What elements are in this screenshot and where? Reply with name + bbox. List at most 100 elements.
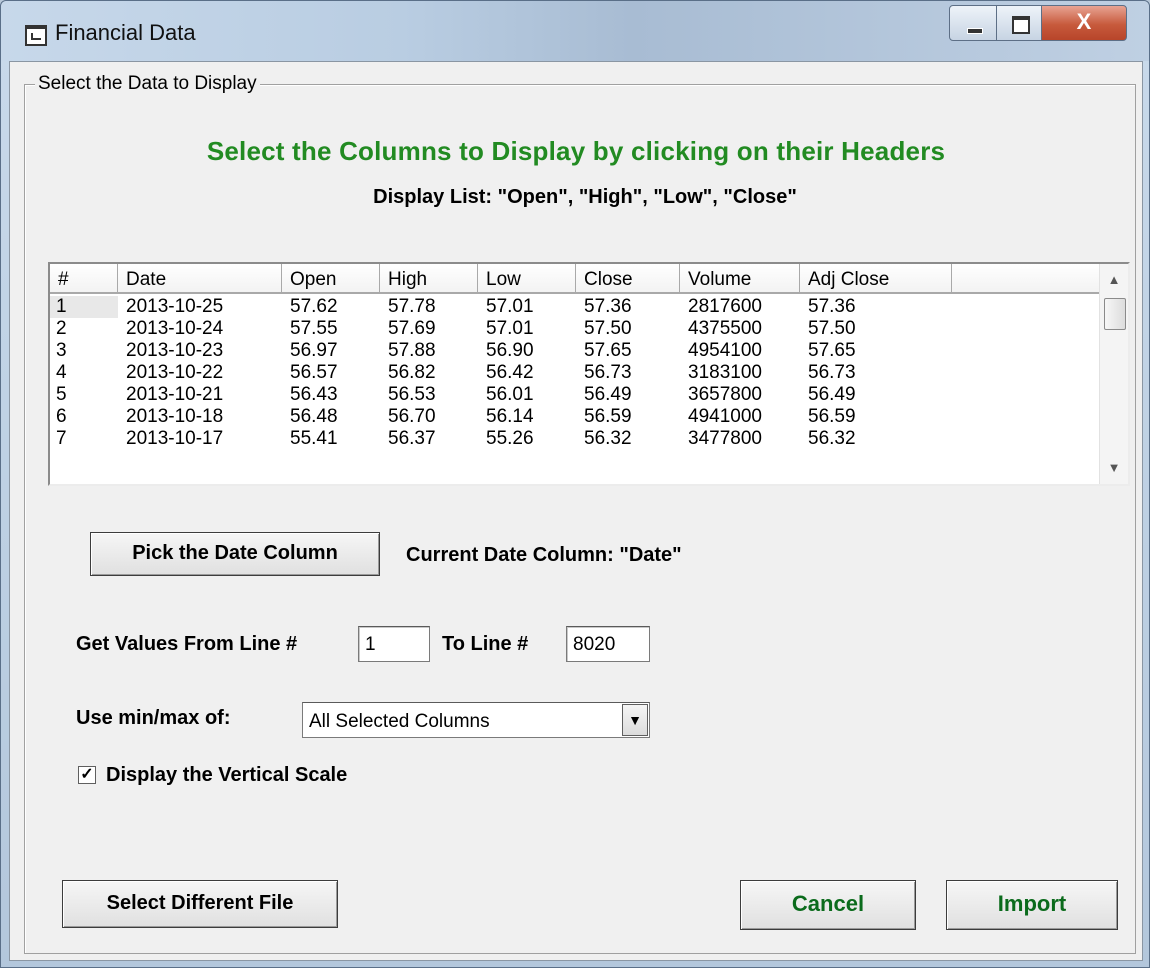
- cell-close: 56.49: [584, 384, 632, 405]
- cell-high: 56.70: [388, 406, 436, 427]
- minimize-button[interactable]: [949, 5, 997, 41]
- cell-adj-close: 56.49: [808, 384, 856, 405]
- cell-adj-close: 56.59: [808, 406, 856, 427]
- cell-low: 56.42: [486, 362, 534, 383]
- cell-date: 2013-10-17: [126, 428, 224, 449]
- cancel-button[interactable]: Cancel: [740, 880, 916, 930]
- cell-low: 57.01: [486, 296, 534, 317]
- table-header: # Date Open High Low Close Volume Adj Cl…: [50, 264, 1100, 296]
- display-list-text: Display List: "Open", "High", "Low", "Cl…: [373, 186, 797, 208]
- minmax-label: Use min/max of:: [76, 707, 231, 729]
- header-high[interactable]: High: [380, 264, 478, 294]
- cell-adj-close: 56.73: [808, 362, 856, 383]
- cell-open: 56.43: [290, 384, 338, 405]
- cell-high: 57.78: [388, 296, 436, 317]
- header-open[interactable]: Open: [282, 264, 380, 294]
- table-row[interactable]: 4 2013-10-22 56.57 56.82 56.42 56.73 318…: [50, 362, 1100, 384]
- cell-close: 56.32: [584, 428, 632, 449]
- vertical-scale-checkbox[interactable]: ✓: [78, 766, 96, 784]
- cell-high: 57.69: [388, 318, 436, 339]
- table-row[interactable]: 3 2013-10-23 56.97 57.88 56.90 57.65 495…: [50, 340, 1100, 362]
- minmax-selected-value: All Selected Columns: [309, 711, 490, 732]
- dialog-client-area: Select the Data to Display Select the Co…: [9, 61, 1143, 961]
- scroll-up-arrow-icon[interactable]: ▲: [1100, 266, 1128, 294]
- cell-open: 56.57: [290, 362, 338, 383]
- cell-low: 57.01: [486, 318, 534, 339]
- cell-open: 57.62: [290, 296, 338, 317]
- import-button[interactable]: Import: [946, 880, 1118, 930]
- cell-row-number: 5: [56, 384, 67, 405]
- scroll-down-arrow-icon[interactable]: ▼: [1100, 454, 1128, 482]
- table-body: 1 2013-10-25 57.62 57.78 57.01 57.36 281…: [50, 296, 1100, 450]
- select-different-file-button[interactable]: Select Different File: [62, 880, 338, 928]
- close-button[interactable]: X: [1041, 5, 1127, 41]
- minimize-icon: [967, 28, 983, 34]
- maximize-button[interactable]: [996, 5, 1042, 41]
- cell-open: 56.48: [290, 406, 338, 427]
- close-icon: X: [1076, 9, 1092, 34]
- minmax-select[interactable]: All Selected Columns ▼: [302, 702, 650, 738]
- cell-low: 56.14: [486, 406, 534, 427]
- cell-high: 56.82: [388, 362, 436, 383]
- table-row[interactable]: 1 2013-10-25 57.62 57.78 57.01 57.36 281…: [50, 296, 1100, 318]
- cell-open: 57.55: [290, 318, 338, 339]
- window-title: Financial Data: [55, 20, 196, 45]
- cell-high: 56.53: [388, 384, 436, 405]
- cell-volume: 3183100: [688, 362, 762, 383]
- cell-adj-close: 57.65: [808, 340, 856, 361]
- cell-volume: 4941000: [688, 406, 762, 427]
- cell-open: 56.97: [290, 340, 338, 361]
- from-line-input[interactable]: 1: [358, 626, 430, 662]
- cell-date: 2013-10-25: [126, 296, 224, 317]
- table-row[interactable]: 7 2013-10-17 55.41 56.37 55.26 56.32 347…: [50, 428, 1100, 450]
- cell-date: 2013-10-23: [126, 340, 224, 361]
- cell-low: 56.90: [486, 340, 534, 361]
- table-vertical-scrollbar[interactable]: ▲ ▼: [1099, 264, 1128, 484]
- table-row[interactable]: 2 2013-10-24 57.55 57.69 57.01 57.50 437…: [50, 318, 1100, 340]
- window-icon: [25, 25, 47, 46]
- cell-row-number: 2: [56, 318, 67, 339]
- cell-row-number: 7: [56, 428, 67, 449]
- chevron-down-icon[interactable]: ▼: [622, 704, 648, 736]
- title-bar[interactable]: Financial Data X: [1, 1, 1149, 61]
- cell-volume: 3477800: [688, 428, 762, 449]
- cell-row-number: 6: [56, 406, 67, 427]
- cell-close: 56.73: [584, 362, 632, 383]
- cell-volume: 4954100: [688, 340, 762, 361]
- header-low[interactable]: Low: [478, 264, 576, 294]
- header-adj-close[interactable]: Adj Close: [800, 264, 952, 294]
- cell-close: 57.65: [584, 340, 632, 361]
- cell-close: 57.50: [584, 318, 632, 339]
- cell-high: 56.37: [388, 428, 436, 449]
- cell-volume: 4375500: [688, 318, 762, 339]
- table-row[interactable]: 5 2013-10-21 56.43 56.53 56.01 56.49 365…: [50, 384, 1100, 406]
- table-row[interactable]: 6 2013-10-18 56.48 56.70 56.14 56.59 494…: [50, 406, 1100, 428]
- cell-adj-close: 57.36: [808, 296, 856, 317]
- data-groupbox: Select the Data to Display: [24, 73, 1136, 954]
- cell-close: 56.59: [584, 406, 632, 427]
- scrollbar-thumb[interactable]: [1104, 298, 1126, 330]
- cell-open: 55.41: [290, 428, 338, 449]
- cell-row-number: 4: [56, 362, 67, 383]
- to-line-label: To Line #: [442, 633, 529, 655]
- to-line-input[interactable]: 8020: [566, 626, 650, 662]
- cell-date: 2013-10-24: [126, 318, 224, 339]
- header-date[interactable]: Date: [118, 264, 282, 294]
- maximize-icon: [1012, 16, 1030, 34]
- from-line-label: Get Values From Line #: [76, 633, 298, 655]
- cell-adj-close: 56.32: [808, 428, 856, 449]
- cell-row-number: 1: [50, 296, 118, 318]
- cell-date: 2013-10-22: [126, 362, 224, 383]
- data-table[interactable]: # Date Open High Low Close Volume Adj Cl…: [48, 262, 1130, 486]
- header-volume[interactable]: Volume: [680, 264, 800, 294]
- cell-close: 57.36: [584, 296, 632, 317]
- current-date-column-label: Current Date Column: "Date": [406, 544, 682, 566]
- pick-date-column-button[interactable]: Pick the Date Column: [90, 532, 380, 576]
- groupbox-label: Select the Data to Display: [35, 73, 260, 95]
- header-row-number[interactable]: #: [50, 264, 118, 294]
- cell-row-number: 3: [56, 340, 67, 361]
- header-close[interactable]: Close: [576, 264, 680, 294]
- cell-high: 57.88: [388, 340, 436, 361]
- cell-volume: 3657800: [688, 384, 762, 405]
- vertical-scale-label[interactable]: Display the Vertical Scale: [106, 764, 347, 787]
